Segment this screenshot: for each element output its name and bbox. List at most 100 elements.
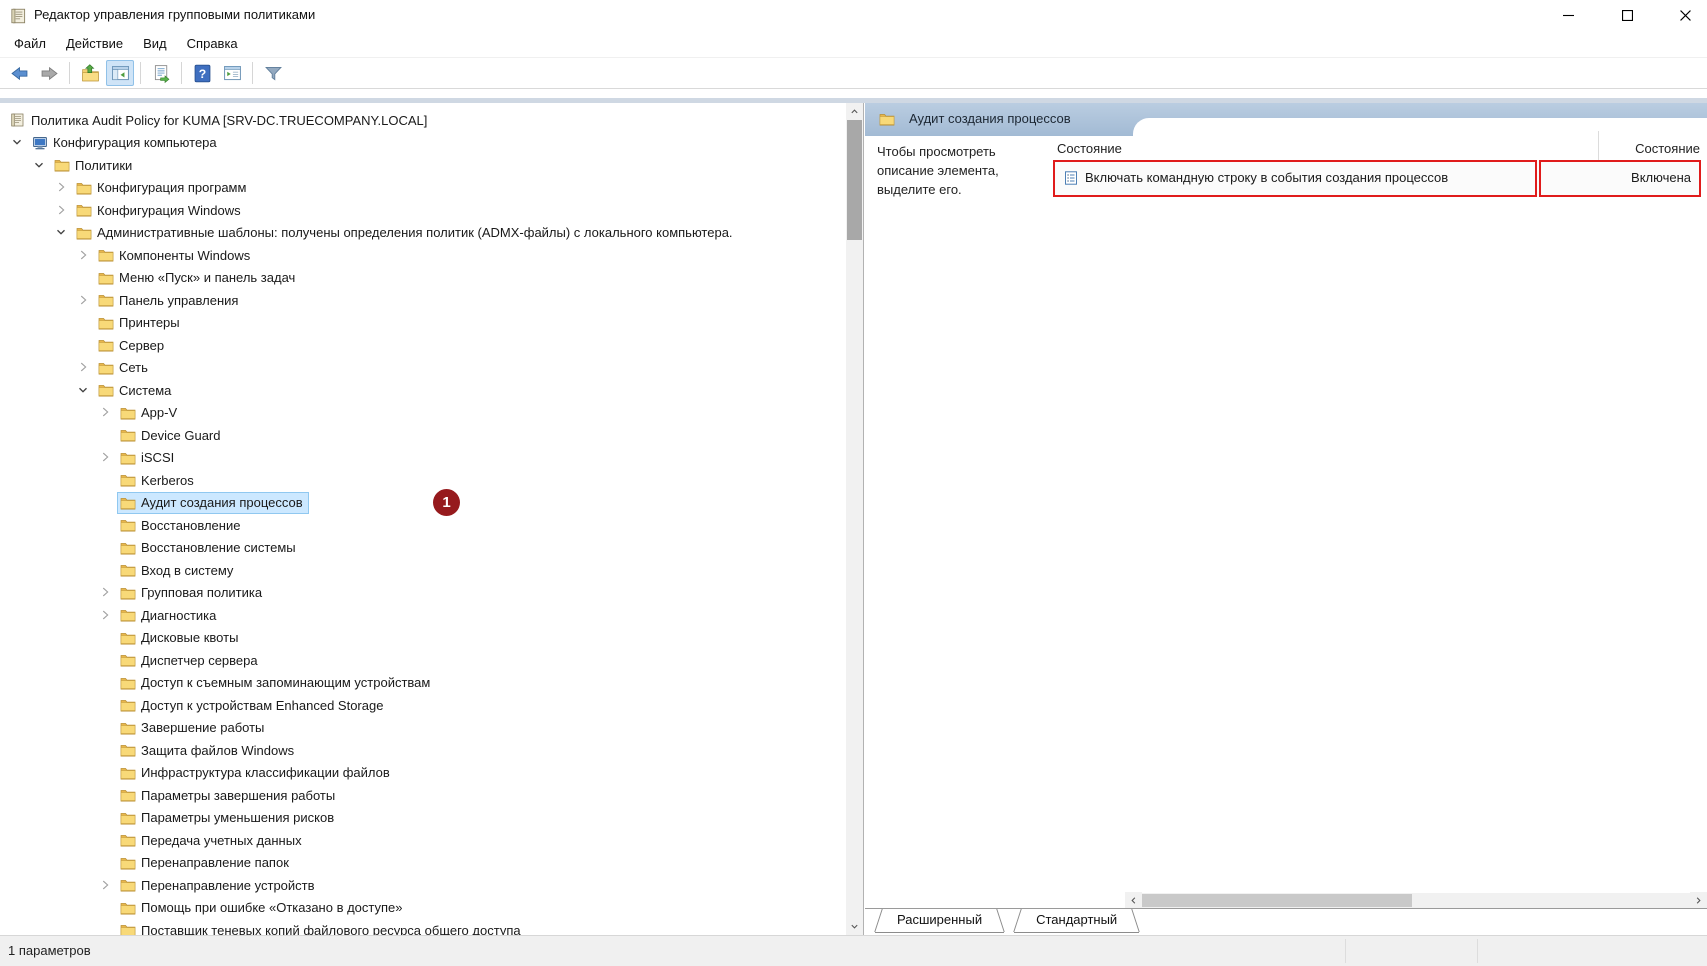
tree-item-body[interactable]: Сеть — [95, 357, 154, 380]
chevron-right-icon[interactable] — [76, 360, 90, 374]
export-list-icon[interactable] — [147, 60, 175, 86]
tree-item-body[interactable]: Диспетчер сервера — [117, 649, 264, 672]
tree-item-body[interactable]: Поставщик теневых копий файлового ресурс… — [117, 919, 527, 935]
chevron-down-icon[interactable] — [76, 383, 90, 397]
tree-item-body[interactable]: Защита файлов Windows — [117, 739, 300, 762]
tree-item-body[interactable]: Параметры уменьшения рисков — [117, 807, 340, 830]
tree-item[interactable]: Защита файлов Windows — [0, 739, 845, 762]
tree-item[interactable]: Компоненты Windows — [0, 244, 845, 267]
view-tab-0[interactable]: Расширенный — [875, 909, 1004, 933]
tree-item[interactable]: App-V — [0, 402, 845, 425]
tree-item[interactable]: Групповая политика — [0, 582, 845, 605]
menu-item-1[interactable]: Действие — [56, 32, 133, 55]
tree-item[interactable]: Панель управления — [0, 289, 845, 312]
tree-item-selected[interactable]: Аудит создания процессов — [117, 492, 309, 515]
menu-item-2[interactable]: Вид — [133, 32, 177, 55]
scroll-down-icon[interactable] — [846, 918, 863, 935]
tree-item-body[interactable]: Параметры завершения работы — [117, 784, 341, 807]
back-icon[interactable] — [5, 60, 33, 86]
help-icon[interactable]: ? — [188, 60, 216, 86]
scroll-left-icon[interactable] — [1125, 892, 1142, 909]
forward-icon[interactable] — [35, 60, 63, 86]
tree-item-body[interactable]: iSCSI — [117, 447, 180, 470]
tree-item[interactable]: Конфигурация Windows — [0, 199, 845, 222]
tree-item-body[interactable]: Сервер — [95, 334, 170, 357]
tree-item-body[interactable]: Меню «Пуск» и панель задач — [95, 267, 301, 290]
close-button[interactable] — [1663, 0, 1707, 30]
scroll-right-icon[interactable] — [1690, 892, 1707, 909]
tree-item-body[interactable]: Диагностика — [117, 604, 222, 627]
tree-item[interactable]: Завершение работы — [0, 717, 845, 740]
tree-item[interactable]: Система — [0, 379, 845, 402]
tree-item-body[interactable]: Административные шаблоны: получены опред… — [73, 222, 739, 245]
tree-item[interactable]: Восстановление — [0, 514, 845, 537]
tree-item[interactable]: Диспетчер сервера — [0, 649, 845, 672]
tree-item-body[interactable]: Дисковые квоты — [117, 627, 244, 650]
tree-item-body[interactable]: Групповая политика — [117, 582, 268, 605]
tree-item[interactable]: Передача учетных данных — [0, 829, 845, 852]
tree-item[interactable]: Меню «Пуск» и панель задач — [0, 267, 845, 290]
filter-icon[interactable] — [259, 60, 287, 86]
tree-item[interactable]: Параметры завершения работы — [0, 784, 845, 807]
tree-item-body[interactable]: Принтеры — [95, 312, 186, 335]
tree-item[interactable]: Поставщик теневых копий файлового ресурс… — [0, 919, 845, 935]
tree-item-body[interactable]: Конфигурация программ — [73, 177, 252, 200]
results-horizontal-scrollbar[interactable] — [1125, 893, 1707, 908]
tree-item[interactable]: Доступ к съемным запоминающим устройства… — [0, 672, 845, 695]
chevron-right-icon[interactable] — [98, 450, 112, 464]
tree-item[interactable]: Сервер — [0, 334, 845, 357]
tree-item[interactable]: Помощь при ошибке «Отказано в доступе» — [0, 897, 845, 920]
chevron-right-icon[interactable] — [76, 293, 90, 307]
action-pane-icon[interactable] — [218, 60, 246, 86]
tree-item-body[interactable]: Политики — [51, 154, 138, 177]
tree-item[interactable]: Дисковые квоты — [0, 627, 845, 650]
chevron-down-icon[interactable] — [32, 158, 46, 172]
chevron-right-icon[interactable] — [98, 585, 112, 599]
chevron-right-icon[interactable] — [98, 405, 112, 419]
tree-item[interactable]: Device Guard — [0, 424, 845, 447]
chevron-right-icon[interactable] — [98, 608, 112, 622]
tree-item-body[interactable]: Завершение работы — [117, 717, 270, 740]
tree-item-body[interactable]: Kerberos — [117, 469, 200, 492]
view-tab-1[interactable]: Стандартный — [1014, 909, 1139, 933]
chevron-down-icon[interactable] — [10, 135, 24, 149]
column-header-state[interactable]: Состояние — [1635, 141, 1700, 156]
tree-item[interactable]: Инфраструктура классификации файлов — [0, 762, 845, 785]
tree-item-body[interactable]: Конфигурация компьютера — [29, 132, 223, 155]
tree-item-body[interactable]: Инфраструктура классификации файлов — [117, 762, 396, 785]
tree-item-body[interactable]: Доступ к съемным запоминающим устройства… — [117, 672, 436, 695]
tree-item-body[interactable]: Доступ к устройствам Enhanced Storage — [117, 694, 389, 717]
tree-item-body[interactable]: Компоненты Windows — [95, 244, 256, 267]
up-one-level-icon[interactable] — [76, 60, 104, 86]
chevron-right-icon[interactable] — [76, 248, 90, 262]
tree-item[interactable]: Принтеры — [0, 312, 845, 335]
tree-item-body[interactable]: Конфигурация Windows — [73, 199, 247, 222]
tree-item[interactable]: Конфигурация компьютера — [0, 132, 845, 155]
menu-item-0[interactable]: Файл — [4, 32, 56, 55]
tree-item[interactable]: Диагностика — [0, 604, 845, 627]
tree-item[interactable]: Доступ к устройствам Enhanced Storage — [0, 694, 845, 717]
console-tree-icon[interactable] — [106, 60, 134, 86]
tree-item-body[interactable]: Помощь при ошибке «Отказано в доступе» — [117, 897, 409, 920]
chevron-right-icon[interactable] — [98, 878, 112, 892]
tree-item[interactable]: Аудит создания процессов1 — [0, 492, 845, 515]
menu-item-3[interactable]: Справка — [177, 32, 248, 55]
tree-item-body[interactable]: Система — [95, 379, 177, 402]
tree-item[interactable]: iSCSI — [0, 447, 845, 470]
tree-item-body[interactable]: Восстановление — [117, 514, 246, 537]
tree-item-body[interactable]: App-V — [117, 402, 183, 425]
tree-item-body[interactable]: Device Guard — [117, 424, 226, 447]
tree-item[interactable]: Параметры уменьшения рисков — [0, 807, 845, 830]
minimize-button[interactable] — [1546, 0, 1590, 30]
scrollbar-thumb[interactable] — [1142, 894, 1412, 907]
scrollbar-thumb[interactable] — [847, 120, 862, 240]
chevron-right-icon[interactable] — [54, 203, 68, 217]
column-separator[interactable] — [1598, 131, 1599, 163]
tree-item[interactable]: Административные шаблоны: получены опред… — [0, 222, 845, 245]
maximize-button[interactable] — [1605, 0, 1649, 30]
scroll-up-icon[interactable] — [846, 103, 863, 120]
column-header-setting[interactable]: Состояние — [1057, 141, 1122, 156]
chevron-down-icon[interactable] — [54, 225, 68, 239]
tree-item-body[interactable]: Вход в систему — [117, 559, 239, 582]
tree-item[interactable]: Политика Audit Policy for KUMA [SRV-DC.T… — [0, 109, 845, 132]
